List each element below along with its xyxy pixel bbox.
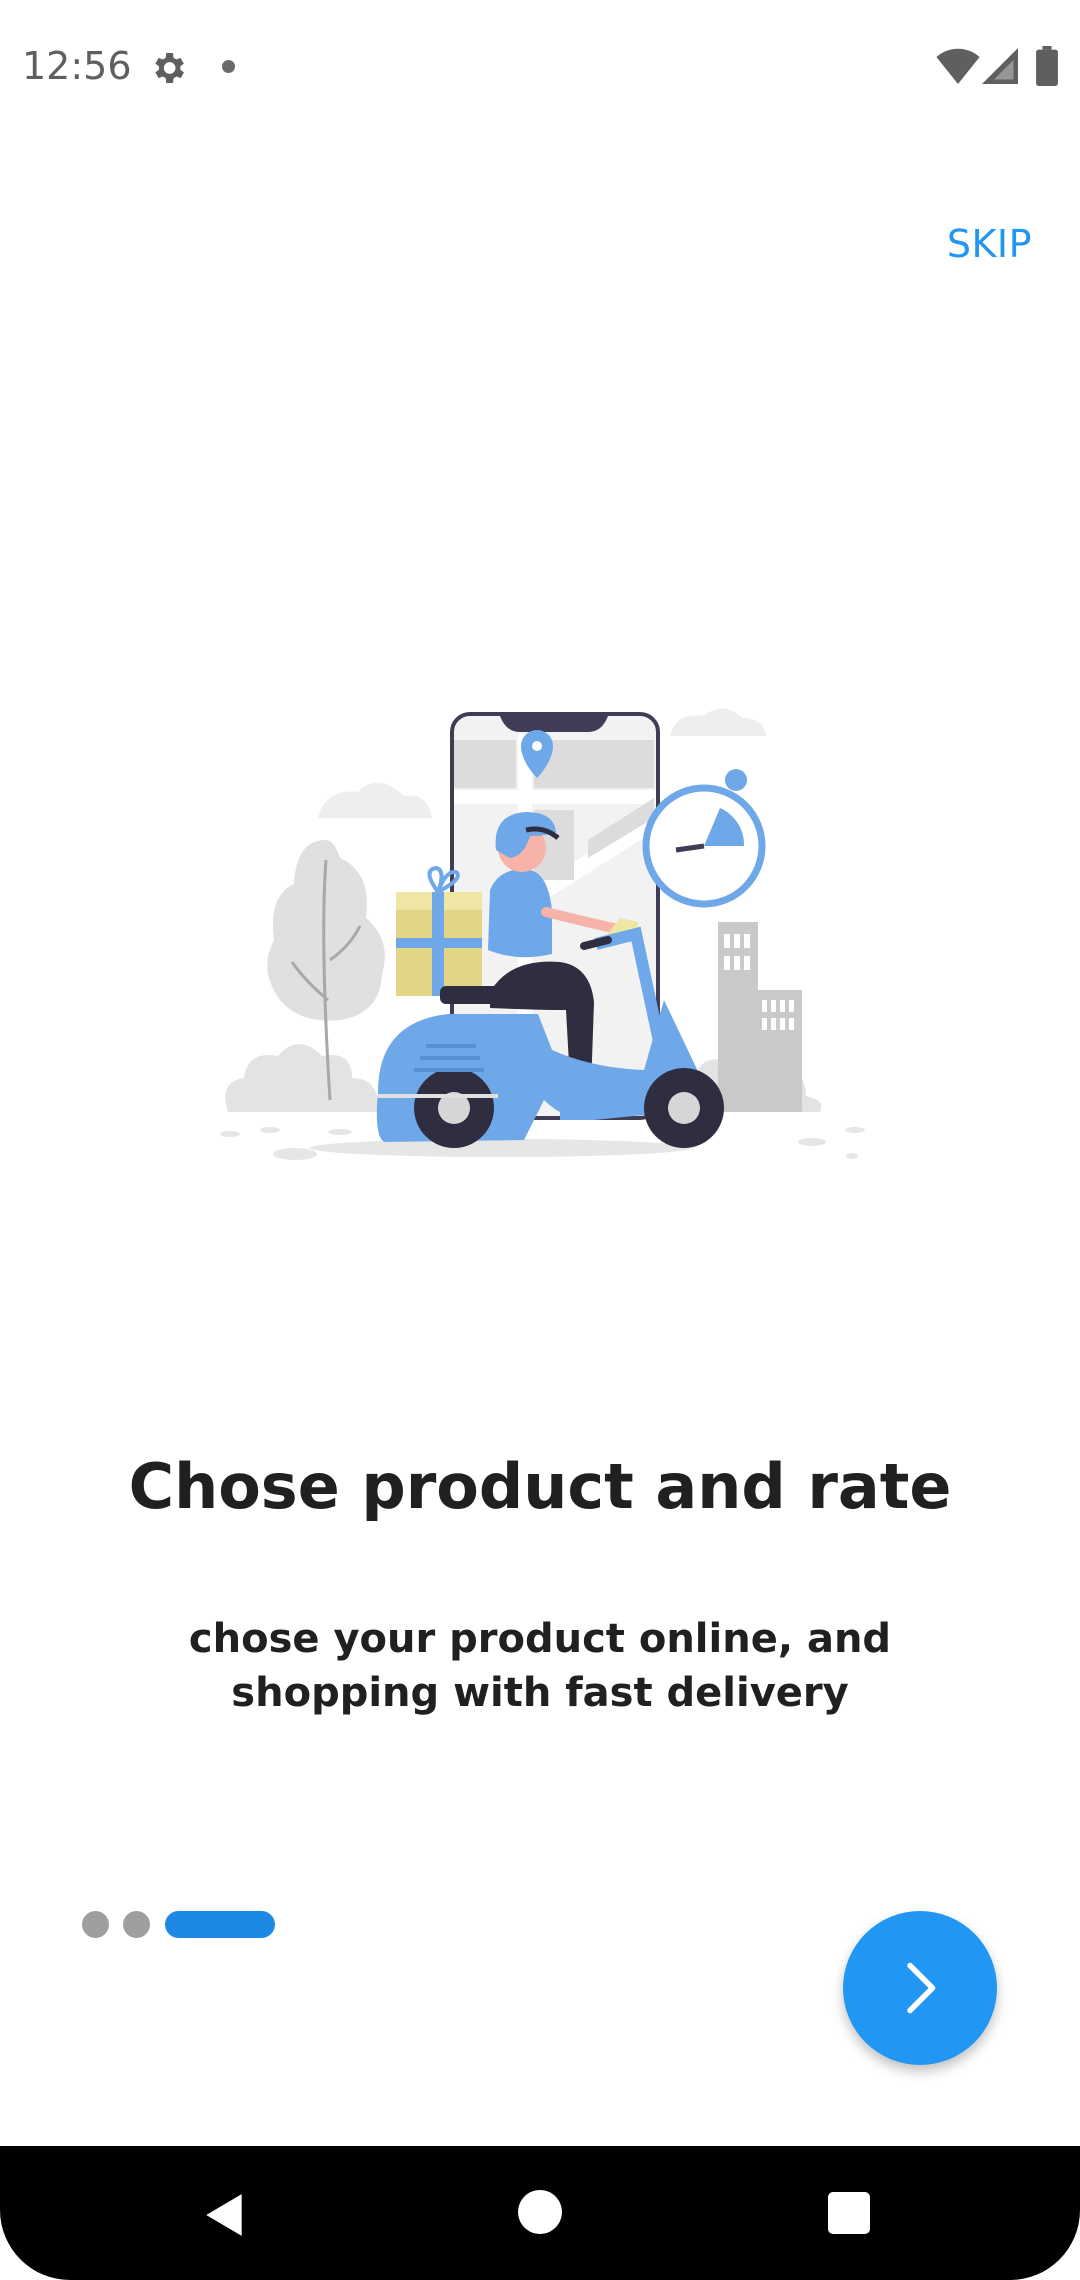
status-time: 12:56 — [22, 44, 132, 88]
onboarding-title: Chose product and rate — [128, 1450, 952, 1523]
page-dot-2 — [123, 1911, 150, 1938]
home-icon[interactable] — [518, 2190, 562, 2234]
signal-icon — [982, 48, 1018, 84]
chevron-right-icon — [907, 1962, 936, 2014]
delivery-scooter-illustration — [220, 708, 865, 1160]
battery-icon — [1036, 46, 1058, 86]
navigation-bar — [0, 2146, 1080, 2280]
wifi-icon — [936, 48, 980, 84]
onboarding-subtitle: chose your product online, and shopping … — [188, 1616, 892, 1716]
gear-icon — [155, 53, 184, 83]
page-dot-1 — [82, 1911, 109, 1938]
notification-dot-icon — [222, 60, 235, 73]
skip-button[interactable]: SKIP — [947, 222, 1032, 266]
recents-icon[interactable] — [828, 2192, 870, 2234]
next-button[interactable] — [843, 1911, 997, 2065]
status-bar: 12:56 — [0, 0, 1080, 136]
page-dot-active — [165, 1911, 275, 1938]
back-icon[interactable] — [200, 2190, 250, 2240]
